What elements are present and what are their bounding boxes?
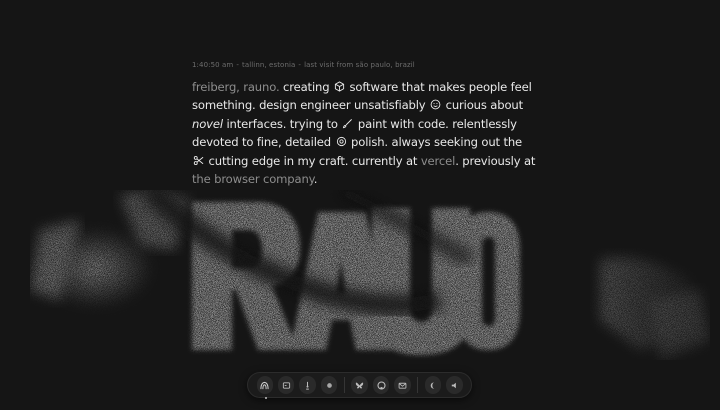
craft-button[interactable] <box>277 376 295 394</box>
sound-icon <box>450 381 459 390</box>
home-button[interactable] <box>256 376 273 399</box>
dot-button[interactable] <box>320 376 338 394</box>
home-icon <box>260 381 269 390</box>
bio-text-italic: novel <box>192 116 223 131</box>
dock-divider <box>417 377 419 393</box>
bio-text: polish. always seeking out the <box>347 135 523 150</box>
smiley-icon <box>430 99 441 110</box>
theme-toggle-button[interactable] <box>424 376 442 394</box>
bio-text: . previously at <box>455 153 536 168</box>
last-visit: last visit from são paulo, brazil <box>304 61 415 69</box>
dock <box>247 372 472 399</box>
location: tallinn, estonia <box>241 61 296 69</box>
sound-toggle-button[interactable] <box>446 376 463 394</box>
moon-icon <box>428 381 437 390</box>
mail-icon <box>398 381 407 390</box>
bluesky-button[interactable] <box>351 376 368 394</box>
meta-line: 1:40:50 am - tallinn, estonia - last visit f… <box>192 61 415 69</box>
bio-text: cutting edge in my craft. currently at <box>205 153 421 168</box>
cube-icon <box>334 81 345 92</box>
dot-icon <box>325 381 334 390</box>
github-button[interactable] <box>372 376 390 394</box>
local-time: 1:40:50 am <box>192 61 234 69</box>
bio-text: creating <box>279 80 333 94</box>
bio-paragraph: freiberg, rauno. creating software that … <box>192 78 537 188</box>
bio-text: . <box>313 172 318 187</box>
bio-text: interfaces. trying to <box>222 116 342 131</box>
link-vercel[interactable]: vercel <box>421 154 455 168</box>
link-the-browser-company[interactable]: the browser company <box>192 172 314 186</box>
lamp-icon <box>303 381 312 390</box>
lamp-button[interactable] <box>299 376 316 394</box>
bio-text: curious about <box>442 98 524 113</box>
polish-icon <box>336 136 347 147</box>
page: 1:40:50 am - tallinn, estonia - last visit f… <box>0 0 720 410</box>
dock-divider <box>343 377 345 393</box>
scissors-icon <box>193 155 204 166</box>
mail-button[interactable] <box>394 376 411 394</box>
github-icon <box>376 380 386 390</box>
brush-icon <box>342 118 353 129</box>
craft-icon <box>282 381 291 390</box>
bluesky-icon <box>355 381 364 390</box>
author-name: freiberg, rauno. <box>192 80 280 94</box>
